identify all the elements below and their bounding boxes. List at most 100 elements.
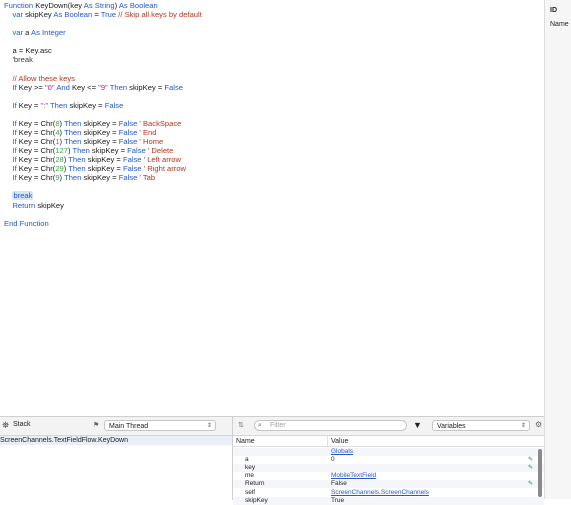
search-icon: ⌕ (258, 422, 262, 429)
thread-select[interactable]: Main Thread ⇕ (104, 420, 216, 431)
code-token: 29 (55, 164, 64, 174)
code-token: skipKey = (87, 155, 123, 165)
column-name-header[interactable]: Name (236, 438, 255, 445)
code-token: skipKey = (129, 82, 165, 92)
edit-pencil-icon[interactable]: ✎ (528, 480, 533, 488)
code-token: "0" (44, 82, 55, 92)
code-token: ' End (137, 127, 157, 137)
scope-select-value: Variables (437, 423, 466, 430)
code-token: break (12, 191, 34, 201)
code-editor[interactable]: Function KeyDown(key As String) As Boole… (0, 0, 543, 416)
code-line[interactable]: // Allow these keys (4, 74, 74, 83)
code-token: False (104, 100, 124, 110)
code-token: Then (50, 100, 70, 110)
code-line[interactable]: If Key = Chr(1) Then skipKey = False ' H… (4, 137, 163, 146)
funnel-icon[interactable]: ▼ (413, 420, 422, 430)
variables-scrollbar[interactable] (538, 449, 542, 497)
code-token: "9" (98, 82, 108, 92)
code-token: False (122, 164, 142, 174)
code-token: ' Left arrow (141, 155, 181, 165)
code-token: Then (68, 164, 88, 174)
code-token: As Boolean (118, 1, 158, 10)
variable-value: True (331, 496, 345, 504)
code-token: Key = Chr( (18, 164, 56, 174)
code-token: Key >= (18, 82, 45, 92)
code-line[interactable]: a = Key.asc (4, 46, 52, 56)
variable-value-link[interactable]: MobileTextField (331, 472, 376, 480)
variable-row[interactable]: me MobileTextField (233, 472, 544, 480)
column-value-header[interactable]: Value (331, 438, 348, 445)
code-line[interactable]: 'break (4, 55, 32, 64)
stack-label: Stack (13, 421, 31, 428)
code-token: skipKey (25, 10, 54, 20)
code-line[interactable]: Function KeyDown(key As String) As Boole… (4, 1, 158, 10)
code-token: ' Right arrow (141, 164, 187, 174)
code-line[interactable]: If Key = Chr(29) Then skipKey = False ' … (4, 164, 186, 173)
code-line[interactable]: Return skipKey (4, 201, 64, 210)
edit-pencil-icon[interactable]: ✎ (528, 464, 533, 472)
code-token: Then (64, 173, 84, 183)
code-token: As String (83, 1, 115, 10)
code-token: Function (4, 1, 36, 10)
stack-frame-row[interactable]: ScreenChannels.TextFieldFlow.KeyDown (0, 436, 232, 445)
variable-value-link[interactable]: Globals (331, 448, 353, 456)
code-line[interactable]: If Key = Chr(127) Then skipKey = False '… (4, 146, 173, 155)
code-token: False (118, 137, 138, 147)
scope-select[interactable]: Variables ⇕ (432, 420, 530, 431)
code-token: KeyDown(key (35, 1, 84, 10)
select-arrows-icon: ⇕ (206, 423, 212, 429)
variable-row[interactable]: Globals (233, 448, 544, 456)
code-token: Return (12, 200, 38, 210)
gear-icon[interactable]: ⚙ (535, 420, 542, 429)
flag-icon[interactable]: ⚑ (93, 421, 99, 429)
code-token: Key <= (71, 82, 99, 92)
code-token: Key = (18, 100, 41, 110)
code-line[interactable]: If Key = ":" Then skipKey = False (4, 101, 123, 110)
debugger-panel: ⛯ Stack ⚑ Main Thread ⇕ ⇅ ⌕ Filter ▼ Var… (0, 416, 544, 505)
code-token: // Skip all keys by default (116, 10, 202, 20)
variable-row[interactable]: self ScreenChannels.ScreenChannels (233, 489, 544, 497)
code-token: a = Key.asc (4, 46, 52, 56)
code-line[interactable]: If Key = Chr(9) Then skipKey = False ' T… (4, 173, 155, 182)
variable-row[interactable]: a 0 ✎ (233, 456, 544, 464)
filter-input[interactable]: ⌕ Filter (254, 420, 407, 431)
code-line[interactable]: var skipKey As Boolean = True // Skip al… (4, 10, 202, 20)
code-token: False (122, 155, 142, 165)
code-token: var (12, 10, 26, 20)
column-separator[interactable] (327, 436, 328, 446)
code-token: ":" (40, 100, 49, 110)
variable-name: skipKey (245, 496, 268, 504)
code-token: End Function (4, 218, 49, 228)
code-token: Then (68, 155, 88, 165)
code-token: = (92, 10, 101, 20)
variable-row[interactable]: Return False ✎ (233, 480, 544, 489)
code-token: False (118, 118, 138, 128)
code-token: Key = Chr( (18, 127, 56, 137)
variable-row[interactable]: key ✎ (233, 464, 544, 473)
code-token: ' Tab (137, 173, 156, 183)
code-line[interactable]: End Function (4, 219, 49, 228)
code-token: As Boolean (53, 10, 93, 20)
code-token: False (164, 82, 183, 92)
code-token: False (118, 127, 138, 137)
code-line[interactable]: If Key = Chr(28) Then skipKey = False ' … (4, 155, 181, 164)
code-token: Key = Chr( (18, 155, 56, 165)
variable-name: Return (245, 480, 265, 488)
code-line[interactable]: If Key >= "0" And Key <= "9" Then skipKe… (4, 83, 183, 92)
stack-icon: ⛯ (2, 420, 10, 430)
code-token: As Integer (31, 28, 66, 38)
code-token: ' Delete (145, 146, 174, 156)
code-token: skipKey = (83, 137, 119, 147)
sort-icon[interactable]: ⇅ (238, 421, 244, 429)
variable-row[interactable]: skipKey True (233, 496, 544, 505)
code-token: Key = Chr( (18, 173, 56, 183)
code-token: Key = Chr( (18, 137, 56, 147)
code-line[interactable]: If Key = Chr(4) Then skipKey = False ' E… (4, 127, 157, 137)
code-token: ' Home (137, 137, 164, 147)
variable-value-link[interactable]: ScreenChannels.ScreenChannels (331, 489, 429, 497)
code-token: var (12, 28, 26, 38)
edit-pencil-icon[interactable]: ✎ (528, 456, 533, 464)
code-line[interactable]: break (4, 191, 34, 201)
code-line[interactable]: If Key = Chr(8) Then skipKey = False ' B… (4, 119, 181, 128)
code-line[interactable]: var a As Integer (4, 28, 66, 38)
